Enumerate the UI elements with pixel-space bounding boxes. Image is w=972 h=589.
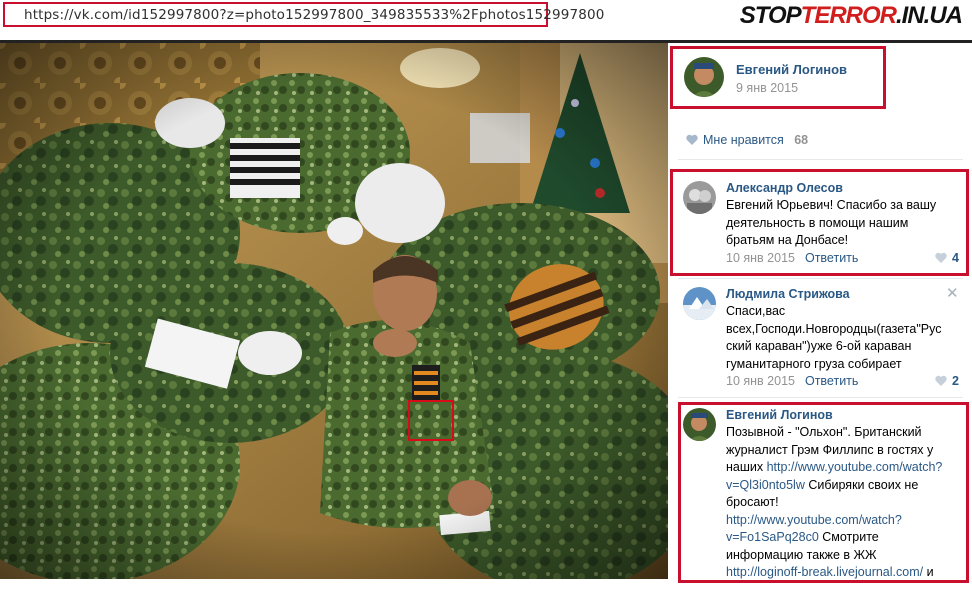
comment-date[interactable]: 10 янв 2015 xyxy=(726,374,795,388)
comment-text-fragment: наших xyxy=(726,460,767,474)
youtube-link[interactable]: v=Ql3i0nto5lw xyxy=(726,478,805,492)
photo-viewer[interactable] xyxy=(0,43,668,579)
divider xyxy=(678,278,963,279)
comment-line: ский караван")уже 6-ой караван xyxy=(726,339,912,353)
post-author-name[interactable]: Евгений Логинов xyxy=(736,62,847,77)
heart-icon xyxy=(686,134,698,145)
heart-icon xyxy=(935,375,947,386)
comment-like-count: 2 xyxy=(952,374,959,388)
reply-link[interactable]: Ответить xyxy=(805,374,858,388)
comment-line: Спаси,вас xyxy=(726,304,786,318)
like-count: 68 xyxy=(794,133,809,147)
youtube-link[interactable]: http://www.youtube.com/watch? xyxy=(767,460,943,474)
comment-line: информацию также в ЖЖ xyxy=(726,547,877,562)
divider xyxy=(678,397,963,398)
comment-date[interactable]: 10 янв 2015 xyxy=(726,251,795,265)
watermark-part-terror: TERROR xyxy=(800,2,897,29)
livejournal-link[interactable]: http://loginoff-break.livejournal.com/ xyxy=(726,565,923,579)
avatar-image xyxy=(683,287,716,320)
comment-meta: 10 янв 2015 Ответить xyxy=(726,374,858,388)
comment-line: Позывной - "Ольхон". Британский xyxy=(726,425,922,439)
comment-line: http://loginoff-break.livejournal.com/ и xyxy=(726,564,962,582)
comment-like-count: 4 xyxy=(952,251,959,265)
url-bar[interactable]: https://vk.com/id152997800?z=photo152997… xyxy=(3,2,604,27)
comment-line: наших http://www.youtube.com/watch? xyxy=(726,459,962,477)
commenter-avatar[interactable] xyxy=(683,287,716,320)
ribbon-highlight-box xyxy=(408,400,454,441)
comment-like-button[interactable]: 4 xyxy=(935,251,959,265)
comment-line: Евгений Юрьевич! Спасибо за вашу xyxy=(726,198,937,212)
avatar-image xyxy=(683,181,716,214)
comment-text: Позывной - "Ольхон". Британский журналис… xyxy=(726,424,962,582)
close-icon[interactable]: ✕ xyxy=(946,284,959,302)
comment-author-name[interactable]: Евгений Логинов xyxy=(726,408,833,422)
comment-like-button[interactable]: 2 xyxy=(935,374,959,388)
comment-text: Евгений Юрьевич! Спасибо за вашу деятель… xyxy=(726,197,956,250)
photo-image xyxy=(0,43,668,579)
comment-line: бросают! xyxy=(726,495,779,509)
comment-author-name[interactable]: Александр Олесов xyxy=(726,181,843,195)
avatar-image xyxy=(683,408,716,441)
avatar-image xyxy=(684,57,724,97)
watermark-part-domain: .IN.UA xyxy=(896,2,963,29)
post-date[interactable]: 9 янв 2015 xyxy=(736,81,798,95)
comment-line: деятельность в помощи нашим xyxy=(726,215,909,230)
comment-text-fragment: Смотрите xyxy=(818,530,879,544)
commenter-avatar[interactable] xyxy=(683,181,716,214)
divider xyxy=(678,159,963,160)
comment-text-fragment: и xyxy=(923,565,934,579)
watermark-logo: STOPTERROR.IN.UA xyxy=(739,2,963,30)
comment-text-fragment: Сибиряки своих не xyxy=(804,477,919,492)
comment-line: гуманитарного груза собирает xyxy=(726,356,902,371)
like-button[interactable]: Мне нравится 68 xyxy=(686,131,808,149)
watermark-part-stop: STOP xyxy=(739,2,802,29)
comments-panel: Евгений Логинов 9 янв 2015 Мне нравится … xyxy=(670,43,972,589)
author-avatar[interactable] xyxy=(684,57,724,97)
comment-line: всех,Господи.Новгородцы(газета"Рус xyxy=(726,321,942,336)
commenter-avatar[interactable] xyxy=(683,408,716,441)
comment-meta: 10 янв 2015 Ответить xyxy=(726,251,858,265)
comment-text: Спаси,вас всех,Господи.Новгородцы(газета… xyxy=(726,303,958,373)
browser-address-area: https://vk.com/id152997800?z=photo152997… xyxy=(0,0,972,40)
comment-line: v=Ql3i0nto5lw Сибиряки своих не xyxy=(726,477,962,495)
reply-link[interactable]: Ответить xyxy=(805,251,858,265)
youtube-link[interactable]: http://www.youtube.com/watch? xyxy=(726,513,902,527)
comment-author-name[interactable]: Людмила Стрижова xyxy=(726,287,850,301)
comment-line: v=Fo1SaPq28c0 Смотрите xyxy=(726,529,962,547)
heart-icon xyxy=(935,252,947,263)
like-label: Мне нравится xyxy=(703,133,784,147)
youtube-link[interactable]: v=Fo1SaPq28c0 xyxy=(726,530,819,544)
comment-line: http://www.youtube.com/watch? xyxy=(726,512,962,530)
url-text[interactable]: https://vk.com/id152997800?z=photo152997… xyxy=(24,7,604,23)
comment-line: журналист Грэм Филлипс в гостях у xyxy=(726,442,934,457)
comment-line: братьям на Донбасе! xyxy=(726,233,849,247)
